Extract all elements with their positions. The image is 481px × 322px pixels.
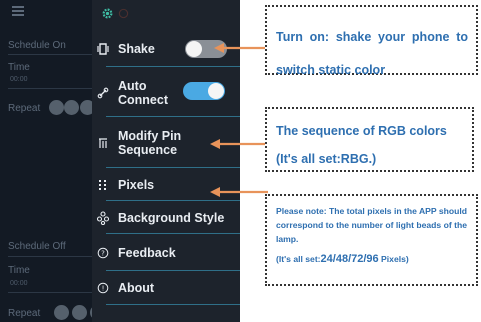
info-icon: ! <box>97 281 109 295</box>
moon-icon[interactable] <box>118 8 129 19</box>
drawer-item-label: Feedback <box>118 246 176 260</box>
divider <box>106 233 240 234</box>
drawer-item-about[interactable]: ! About <box>92 280 240 296</box>
arrow-to-pixels <box>210 187 268 197</box>
divider <box>106 200 240 201</box>
instruction-graphic: Schedule On Time 00:00 Repeat Schedule O… <box>0 0 481 322</box>
weekday-button[interactable] <box>54 305 69 320</box>
pin-icon <box>97 136 109 150</box>
arrow-to-shake <box>214 43 270 53</box>
auto-connect-toggle[interactable] <box>183 82 225 100</box>
time-value[interactable]: 00:00 <box>10 76 28 83</box>
divider <box>8 54 92 55</box>
divider <box>106 116 240 117</box>
annotation-text: Turn on: shake your phone to switch stat… <box>276 30 468 77</box>
palette-icon <box>97 211 109 225</box>
divider <box>8 88 92 89</box>
shake-annotation: Turn on: shake your phone to switch stat… <box>265 5 478 77</box>
annotation-text: (It's all set:RBG.) <box>276 152 377 166</box>
link-icon <box>97 86 109 100</box>
annotation-text: Please note: The total pixels in the APP… <box>276 206 468 244</box>
divider <box>8 256 92 257</box>
svg-text:?: ? <box>101 250 105 258</box>
drawer-item-feedback[interactable]: ? Feedback <box>92 245 240 261</box>
drawer-item-label: Background Style <box>118 211 225 225</box>
drawer-item-label: Pixels <box>118 178 155 192</box>
arrow-to-pin-sequence <box>210 139 268 149</box>
divider <box>106 66 240 67</box>
schedule-off-label: Schedule Off <box>8 241 66 252</box>
drawer-item-label: Modify Pin Sequence <box>118 129 182 157</box>
hamburger-menu-icon[interactable] <box>12 6 24 16</box>
gear-icon[interactable] <box>102 8 113 19</box>
pixels-annotation: Please note: The total pixels in the APP… <box>265 194 478 286</box>
divider <box>106 304 240 305</box>
toggle-knob <box>208 83 224 99</box>
toggle-knob <box>186 41 202 57</box>
drawer-item-label: Shake <box>118 42 155 56</box>
time-label: Time <box>8 62 30 73</box>
divider <box>106 167 240 168</box>
repeat-label: Repeat <box>8 103 41 114</box>
time-value[interactable]: 00:00 <box>10 280 28 287</box>
drawer-item-background-style[interactable]: Background Style <box>92 210 240 226</box>
annotation-text: The sequence of RGB colors <box>276 124 447 138</box>
time-label: Time <box>8 265 30 276</box>
pin-sequence-annotation: The sequence of RGB colors (It's all set… <box>265 107 474 172</box>
shake-icon <box>97 42 109 56</box>
weekday-button[interactable] <box>64 100 79 115</box>
repeat-label: Repeat <box>8 308 41 319</box>
divider <box>8 292 92 293</box>
pixels-icon <box>97 178 109 192</box>
drawer-item-label: Auto Connect <box>118 79 168 107</box>
annotation-setting: (It's all set:24/48/72/96 Pixels) <box>276 252 470 266</box>
annotation-text: (It's all set: <box>276 254 321 264</box>
question-icon: ? <box>97 246 109 260</box>
schedule-on-label: Schedule On <box>8 40 66 51</box>
drawer-item-label: About <box>118 281 155 295</box>
weekday-button[interactable] <box>72 305 87 320</box>
svg-text:!: ! <box>102 285 105 293</box>
divider <box>106 270 240 271</box>
annotation-values: 24/48/72/96 <box>320 253 379 265</box>
weekday-button[interactable] <box>49 100 64 115</box>
annotation-text: Pixels) <box>378 254 409 264</box>
